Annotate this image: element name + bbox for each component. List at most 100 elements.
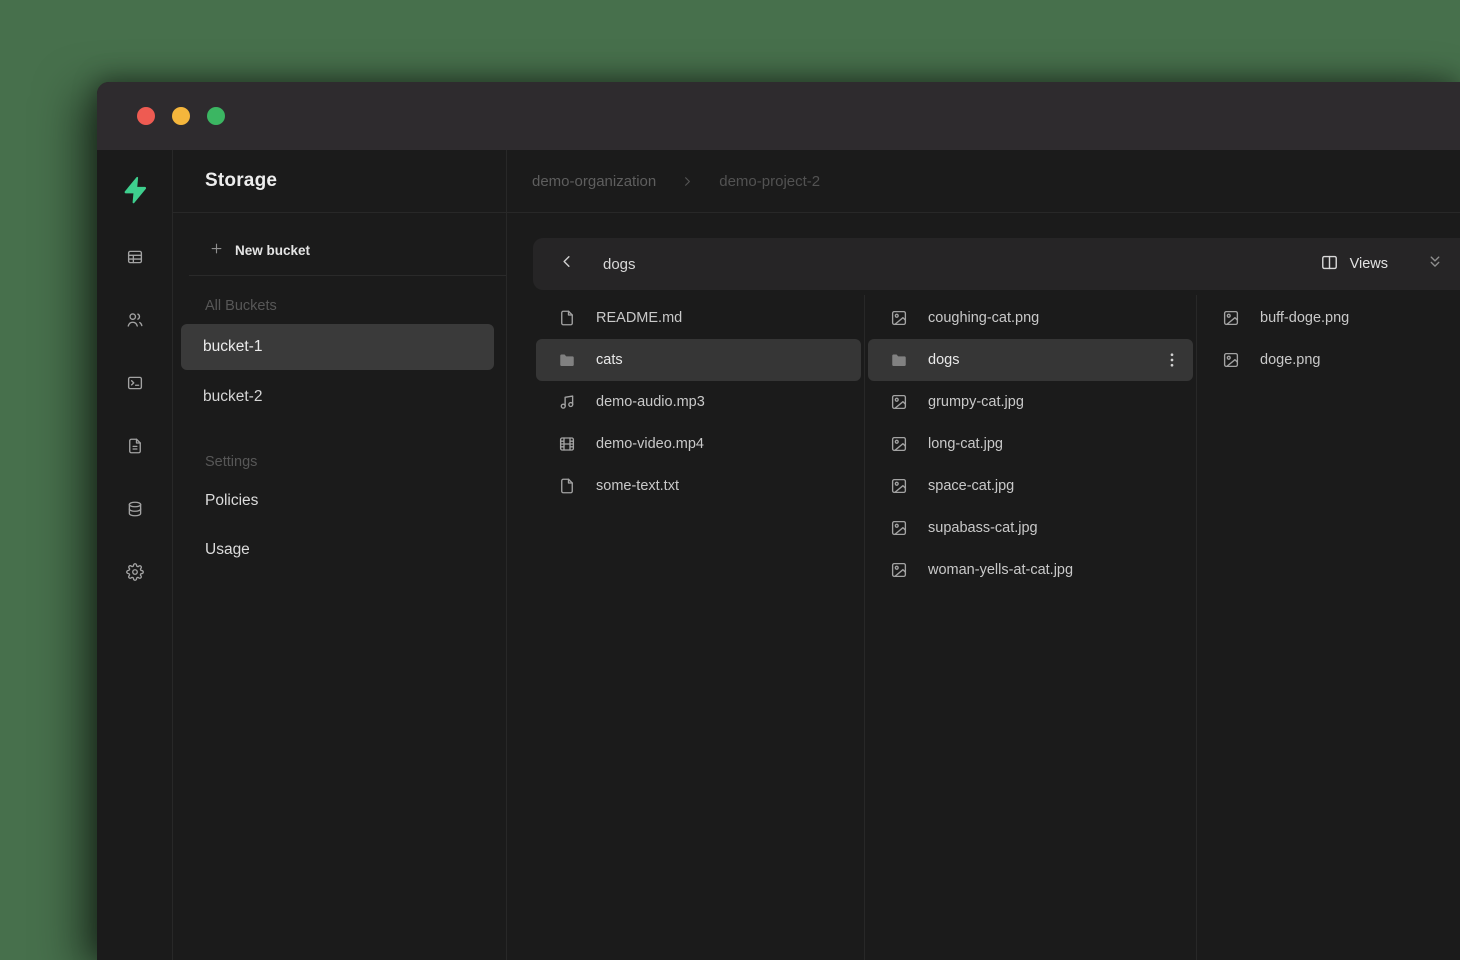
views-button-label: Views xyxy=(1350,256,1388,272)
users-icon xyxy=(126,311,144,329)
lightning-bolt-icon[interactable] xyxy=(120,162,150,218)
file-name: woman-yells-at-cat.jpg xyxy=(928,562,1073,578)
settings-list: Policies Usage xyxy=(173,476,506,574)
file-row-demo-video.mp4[interactable]: demo-video.mp4 xyxy=(536,423,861,465)
file-row-demo-audio.mp3[interactable]: demo-audio.mp3 xyxy=(536,381,861,423)
file-name: README.md xyxy=(596,310,682,326)
file-row-buff-doge.png[interactable]: buff-doge.png xyxy=(1200,297,1457,339)
all-buckets-label: All Buckets xyxy=(205,298,506,314)
breadcrumb-item-demo-project-2[interactable]: demo-project-2 xyxy=(719,173,820,190)
gear-icon xyxy=(126,563,144,581)
file-icon xyxy=(558,309,576,327)
file-name: coughing-cat.png xyxy=(928,310,1039,326)
page-title: Storage xyxy=(205,170,277,192)
file-icon xyxy=(558,477,576,495)
file-name: long-cat.jpg xyxy=(928,436,1003,452)
audio-icon xyxy=(558,393,576,411)
image-icon xyxy=(1222,351,1240,369)
sidebar-header: Storage xyxy=(173,150,506,213)
file-name: dogs xyxy=(928,352,959,368)
file-columns: README.md cats demo-audio.mp3 demo-video.mp… xyxy=(533,295,1460,960)
plus-icon xyxy=(209,241,224,259)
bucket-name: bucket-2 xyxy=(203,388,262,406)
new-bucket-button[interactable]: New bucket xyxy=(173,227,506,275)
minimize-window-button[interactable] xyxy=(172,107,190,125)
current-folder-label: dogs xyxy=(603,256,636,273)
folder-row-dogs[interactable]: dogs xyxy=(868,339,1193,381)
sidebar-item-usage[interactable]: Usage xyxy=(173,525,506,574)
file-row-woman-yells-at-cat.jpg[interactable]: woman-yells-at-cat.jpg xyxy=(868,549,1193,591)
image-icon xyxy=(890,519,908,537)
file-row-space-cat.jpg[interactable]: space-cat.jpg xyxy=(868,465,1193,507)
views-button[interactable]: Views xyxy=(1320,253,1388,276)
file-row-supabass-cat.jpg[interactable]: supabass-cat.jpg xyxy=(868,507,1193,549)
window-titlebar xyxy=(97,82,1460,150)
file-row-some-text.txt[interactable]: some-text.txt xyxy=(536,465,861,507)
file-name: buff-doge.png xyxy=(1260,310,1349,326)
file-name: doge.png xyxy=(1260,352,1320,368)
sidebar-body: New bucket All Buckets bucket-1bucket-2 … xyxy=(173,213,506,574)
breadcrumb-item-demo-organization[interactable]: demo-organization xyxy=(532,173,656,190)
sidebar-item-bucket-1[interactable]: bucket-1 xyxy=(181,324,494,370)
primary-nav-rail xyxy=(97,150,173,960)
file-name: some-text.txt xyxy=(596,478,679,494)
file-name: supabass-cat.jpg xyxy=(928,520,1038,536)
chevron-right-icon xyxy=(680,174,695,189)
settings-label: Settings xyxy=(205,454,506,470)
sidebar-item-policies[interactable]: Policies xyxy=(173,476,506,525)
image-icon xyxy=(890,561,908,579)
file-row-README.md[interactable]: README.md xyxy=(536,297,861,339)
kebab-menu-icon[interactable] xyxy=(1163,351,1181,369)
database-icon xyxy=(126,500,144,518)
bucket-list: bucket-1 bucket-2 xyxy=(173,324,506,420)
file-row-grumpy-cat.jpg[interactable]: grumpy-cat.jpg xyxy=(868,381,1193,423)
app-window: Storage New bucket All Buckets bucket-1b… xyxy=(97,82,1460,960)
rail-terminal-button[interactable] xyxy=(123,371,147,395)
storage-explorer: dogs Views README.md cats demo-audio.mp3 de… xyxy=(507,213,1460,960)
file-column-3: buff-doge.png doge.png xyxy=(1197,295,1460,960)
app-body: Storage New bucket All Buckets bucket-1b… xyxy=(97,150,1460,960)
sidebar-divider xyxy=(189,275,506,276)
columns-icon xyxy=(1320,253,1339,276)
main-area: demo-organization demo-project-2 dogs Vie… xyxy=(507,150,1460,960)
folder-icon xyxy=(558,351,576,369)
sidebar-item-bucket-2[interactable]: bucket-2 xyxy=(181,374,494,420)
file-name: grumpy-cat.jpg xyxy=(928,394,1024,410)
file-row-doge.png[interactable]: doge.png xyxy=(1200,339,1457,381)
image-icon xyxy=(890,393,908,411)
sidebar-item-label: Policies xyxy=(205,492,258,510)
image-icon xyxy=(890,309,908,327)
storage-sidebar: Storage New bucket All Buckets bucket-1b… xyxy=(173,150,507,960)
folder-row-cats[interactable]: cats xyxy=(536,339,861,381)
rail-users-button[interactable] xyxy=(123,308,147,332)
file-text-icon xyxy=(126,437,144,455)
bucket-name: bucket-1 xyxy=(203,338,262,356)
rail-file-text-button[interactable] xyxy=(123,434,147,458)
file-name: demo-audio.mp3 xyxy=(596,394,705,410)
file-row-long-cat.jpg[interactable]: long-cat.jpg xyxy=(868,423,1193,465)
file-name: space-cat.jpg xyxy=(928,478,1014,494)
explorer-toolbar: dogs Views xyxy=(533,238,1460,290)
close-window-button[interactable] xyxy=(137,107,155,125)
file-column-1: README.md cats demo-audio.mp3 demo-video.mp… xyxy=(533,295,865,960)
rail-gear-button[interactable] xyxy=(123,560,147,584)
file-column-2: coughing-cat.png dogs grumpy-cat.jpg long-c… xyxy=(865,295,1197,960)
image-icon xyxy=(890,477,908,495)
breadcrumb: demo-organization demo-project-2 xyxy=(507,150,1460,213)
terminal-icon xyxy=(126,374,144,392)
collapse-button[interactable] xyxy=(1426,253,1444,276)
table-icon xyxy=(126,248,144,266)
file-row-coughing-cat.png[interactable]: coughing-cat.png xyxy=(868,297,1193,339)
folder-icon xyxy=(890,351,908,369)
file-name: cats xyxy=(596,352,623,368)
video-icon xyxy=(558,435,576,453)
rail-database-button[interactable] xyxy=(123,497,147,521)
new-bucket-label: New bucket xyxy=(235,243,310,258)
rail-table-button[interactable] xyxy=(123,245,147,269)
chevron-left-icon xyxy=(557,252,576,276)
zoom-window-button[interactable] xyxy=(207,107,225,125)
back-button[interactable] xyxy=(555,253,577,275)
image-icon xyxy=(890,435,908,453)
image-icon xyxy=(1222,309,1240,327)
file-name: demo-video.mp4 xyxy=(596,436,704,452)
